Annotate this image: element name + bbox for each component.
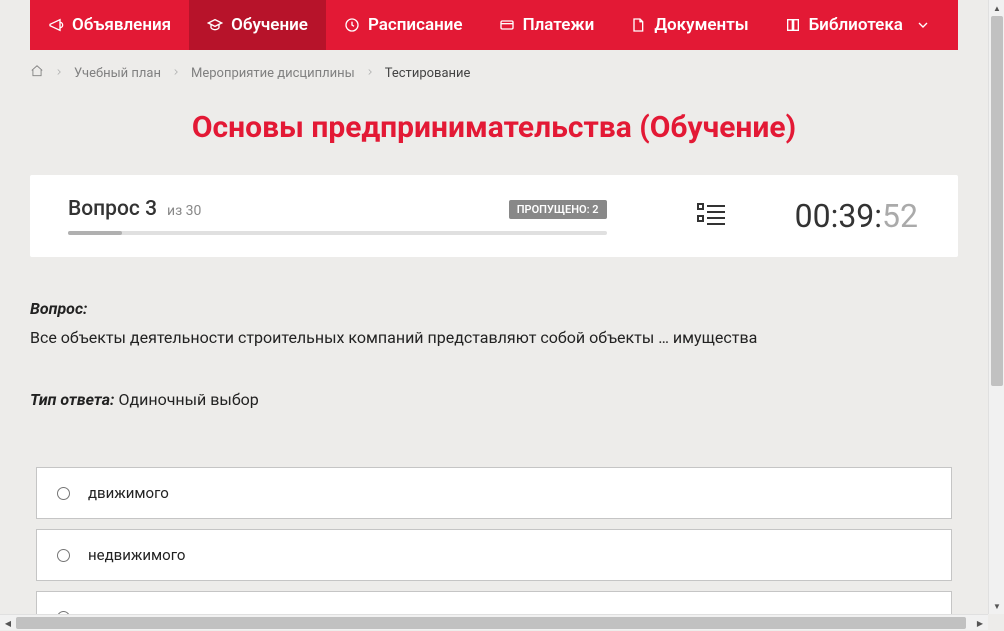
breadcrumb-item[interactable]: Мероприятие дисциплины bbox=[191, 66, 355, 81]
option-item[interactable]: недвижимого bbox=[36, 529, 952, 581]
horizontal-scrollbar[interactable]: ◀ ▶ bbox=[0, 614, 988, 630]
vertical-scrollbar[interactable]: ▲ ▼ bbox=[988, 0, 1004, 614]
timer-seconds: 52 bbox=[882, 197, 918, 235]
chevron-down-icon bbox=[915, 17, 931, 33]
chevron-right-icon bbox=[365, 66, 375, 81]
option-item[interactable]: движимого bbox=[36, 467, 952, 519]
answer-type-label: Тип ответа: bbox=[30, 390, 114, 409]
breadcrumb-current: Тестирование bbox=[385, 66, 471, 81]
clock-icon bbox=[344, 17, 360, 33]
timer-main: 00:39: bbox=[795, 197, 882, 235]
nav-label: Расписание bbox=[368, 15, 463, 35]
scroll-thumb[interactable] bbox=[16, 617, 966, 629]
book-icon bbox=[785, 17, 801, 33]
nav-label: Объявления bbox=[72, 15, 171, 35]
question-label: Вопрос: bbox=[30, 299, 958, 318]
home-icon[interactable] bbox=[30, 64, 44, 82]
card-icon bbox=[499, 17, 515, 33]
scroll-up-arrow[interactable]: ▲ bbox=[989, 0, 1004, 16]
nav-label: Платежи bbox=[523, 15, 595, 35]
nav-label: Библиотека bbox=[809, 15, 903, 35]
breadcrumb-item[interactable]: Учебный план bbox=[74, 66, 161, 81]
progress-bar bbox=[68, 231, 607, 235]
question-list-icon[interactable] bbox=[697, 202, 725, 230]
option-label: движимого bbox=[88, 484, 169, 502]
option-radio[interactable] bbox=[57, 549, 70, 562]
grad-cap-icon bbox=[207, 17, 223, 33]
nav-item-announcements[interactable]: Объявления bbox=[30, 0, 189, 50]
option-label: недвижимого bbox=[88, 546, 185, 564]
status-card: Вопрос 3 из 30 ПРОПУЩЕНО: 2 00:39:52 bbox=[30, 175, 958, 257]
nav-item-payments[interactable]: Платежи bbox=[481, 0, 613, 50]
nav-bar: Объявления Обучение Расписание Платежи Д… bbox=[30, 0, 958, 50]
page-title: Основы предпринимательства (Обучение) bbox=[0, 110, 988, 145]
timer: 00:39:52 bbox=[795, 197, 918, 235]
nav-item-schedule[interactable]: Расписание bbox=[326, 0, 481, 50]
nav-item-education[interactable]: Обучение bbox=[189, 0, 326, 50]
nav-item-documents[interactable]: Документы bbox=[612, 0, 766, 50]
question-text: Все объекты деятельности строительных ко… bbox=[30, 326, 958, 350]
nav-label: Документы bbox=[654, 15, 748, 35]
skipped-badge: ПРОПУЩЕНО: 2 bbox=[509, 200, 607, 219]
scroll-corner bbox=[988, 614, 1004, 630]
option-item[interactable]: как движимого, так и недвижимого bbox=[36, 591, 952, 614]
question-number: Вопрос 3 bbox=[68, 197, 157, 221]
chevron-right-icon bbox=[54, 66, 64, 81]
options-list: движимого недвижимого как движимого, так… bbox=[36, 467, 952, 614]
breadcrumb: Учебный план Мероприятие дисциплины Тест… bbox=[30, 64, 958, 82]
megaphone-icon bbox=[48, 17, 64, 33]
nav-label: Обучение bbox=[231, 15, 308, 35]
question-total: из 30 bbox=[167, 203, 201, 219]
scroll-thumb[interactable] bbox=[991, 16, 1003, 386]
doc-icon bbox=[630, 17, 646, 33]
chevron-right-icon bbox=[171, 66, 181, 81]
nav-item-library[interactable]: Библиотека bbox=[767, 0, 949, 50]
answer-type-value: Одиночный выбор bbox=[118, 390, 258, 409]
scroll-right-arrow[interactable]: ▶ bbox=[972, 615, 988, 631]
scroll-down-arrow[interactable]: ▼ bbox=[989, 598, 1004, 614]
option-radio[interactable] bbox=[57, 487, 70, 500]
scroll-left-arrow[interactable]: ◀ bbox=[0, 615, 16, 631]
